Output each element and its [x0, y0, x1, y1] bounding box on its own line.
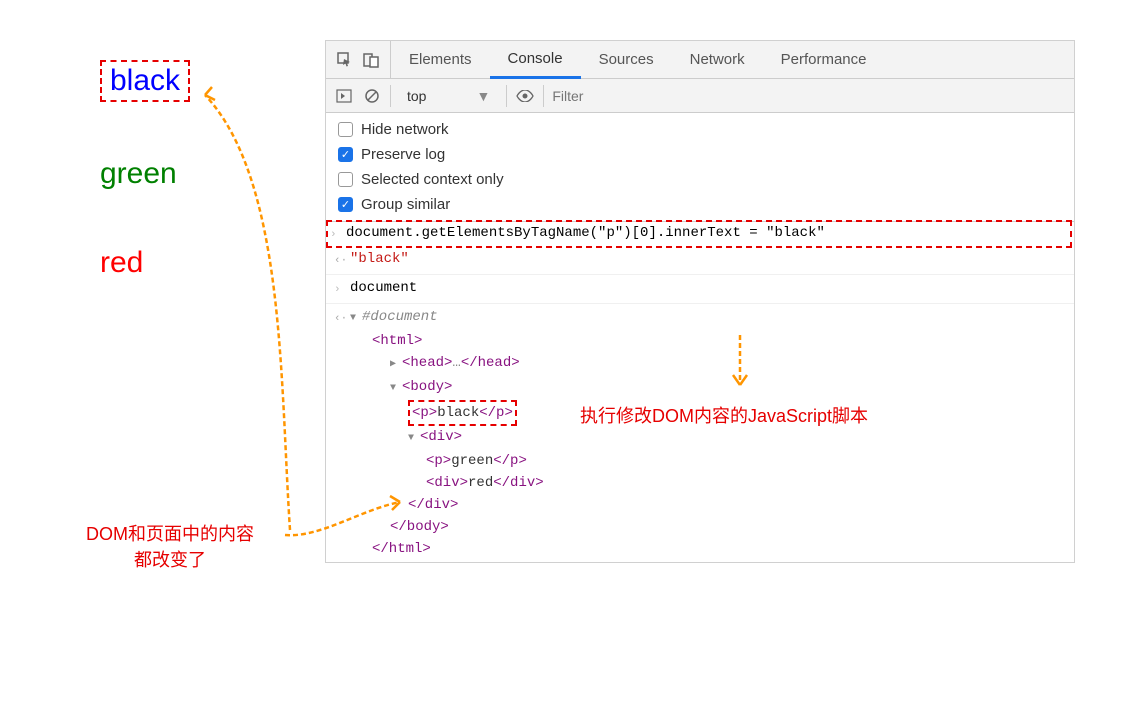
- tab-sources[interactable]: Sources: [581, 41, 672, 78]
- page-text-red: red: [100, 246, 300, 280]
- annotation-dom-note: DOM和页面中的内容 都改变了: [55, 520, 285, 572]
- filter-input[interactable]: [543, 85, 1066, 107]
- p-tag-highlight[interactable]: <p>black</p>: [408, 400, 517, 426]
- expand-triangle-icon[interactable]: ▶: [390, 354, 402, 376]
- clear-console-icon[interactable]: [362, 86, 382, 106]
- output-chevron-icon: ‹·: [334, 248, 350, 272]
- console-command: document.getElementsByTagName("p")[0].in…: [346, 222, 1068, 244]
- console-settings: Hide network ✓ Preserve log Selected con…: [326, 113, 1074, 222]
- body-close-tag: </body>: [390, 519, 449, 535]
- page-text-black: black: [100, 60, 300, 102]
- setting-preserve-log[interactable]: ✓ Preserve log: [326, 142, 1074, 167]
- checkbox-unchecked-icon[interactable]: [338, 172, 353, 187]
- console-result: "black": [350, 248, 1066, 270]
- console-toolbar: top ▼: [326, 79, 1074, 113]
- expand-triangle-icon[interactable]: ▼: [350, 308, 362, 330]
- console-result-line: ‹· "black": [326, 246, 1074, 275]
- annotation-js-note: 执行修改DOM内容的JavaScript脚本: [580, 402, 868, 428]
- checkbox-unchecked-icon[interactable]: [338, 122, 353, 137]
- document-node: #document: [362, 309, 438, 325]
- console-command-line[interactable]: › document.getElementsByTagName("p")[0].…: [326, 220, 1072, 248]
- input-chevron-icon: ›: [330, 222, 346, 246]
- setting-label: Preserve log: [361, 146, 445, 163]
- html-close-tag: </html>: [372, 541, 431, 557]
- console-document-tree: ‹· ▼#document <html> ▶<head>…</head> ▼<b…: [326, 304, 1074, 562]
- div-close-tag: </div>: [408, 497, 458, 513]
- setting-label: Hide network: [361, 121, 449, 138]
- context-label: top: [407, 88, 426, 104]
- checkbox-checked-icon[interactable]: ✓: [338, 197, 353, 212]
- div-open-tag[interactable]: <div>: [420, 429, 462, 445]
- console-output: › document.getElementsByTagName("p")[0].…: [326, 220, 1074, 562]
- html-open-tag[interactable]: <html>: [372, 333, 422, 349]
- input-chevron-icon: ›: [334, 277, 350, 301]
- setting-label: Selected context only: [361, 171, 504, 188]
- output-chevron-icon: ‹·: [334, 306, 350, 330]
- page-text-green: green: [100, 157, 300, 191]
- context-selector[interactable]: top ▼: [399, 86, 498, 106]
- inspect-icon[interactable]: [334, 49, 356, 71]
- device-toggle-icon[interactable]: [360, 49, 382, 71]
- tab-performance[interactable]: Performance: [763, 41, 885, 78]
- black-highlight: black: [100, 60, 190, 102]
- body-open-tag[interactable]: <body>: [402, 379, 452, 395]
- ellipsis: …: [452, 355, 460, 371]
- console-command-line[interactable]: › document: [326, 275, 1074, 304]
- devtools-tabs: Elements Console Sources Network Perform…: [326, 41, 1074, 79]
- expand-triangle-icon[interactable]: ▼: [408, 428, 420, 450]
- head-close-tag: </head>: [461, 355, 520, 371]
- checkbox-checked-icon[interactable]: ✓: [338, 147, 353, 162]
- devtools-panel: Elements Console Sources Network Perform…: [325, 40, 1075, 563]
- setting-selected-context[interactable]: Selected context only: [326, 167, 1074, 192]
- setting-label: Group similar: [361, 196, 450, 213]
- setting-group-similar[interactable]: ✓ Group similar: [326, 192, 1074, 217]
- tab-console[interactable]: Console: [490, 42, 581, 79]
- rendered-page: black green red: [100, 60, 300, 335]
- setting-hide-network[interactable]: Hide network: [326, 117, 1074, 142]
- head-open-tag[interactable]: <head>: [402, 355, 452, 371]
- eye-icon[interactable]: [515, 86, 535, 106]
- toggle-sidebar-icon[interactable]: [334, 86, 354, 106]
- tabs-icons: [326, 41, 391, 78]
- expand-triangle-icon[interactable]: ▼: [390, 378, 402, 400]
- dropdown-icon: ▼: [476, 88, 490, 104]
- dom-tree[interactable]: ▼#document <html> ▶<head>…</head> ▼<body…: [350, 306, 1066, 560]
- tab-network[interactable]: Network: [672, 41, 763, 78]
- console-command: document: [350, 277, 1066, 299]
- tab-elements[interactable]: Elements: [391, 41, 490, 78]
